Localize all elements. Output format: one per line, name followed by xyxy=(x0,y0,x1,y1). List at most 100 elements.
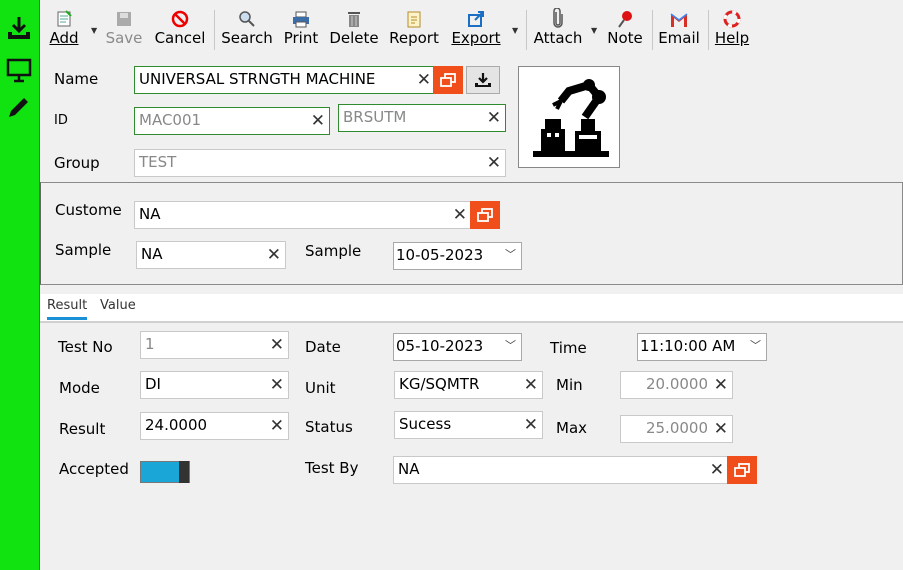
max-field[interactable]: 25.0000 ✕ xyxy=(620,415,733,443)
code-field[interactable]: BRSUTM ✕ xyxy=(338,104,506,132)
paperclip-icon xyxy=(532,6,584,28)
cancel-icon xyxy=(154,6,206,28)
mode-field[interactable]: DI ✕ xyxy=(140,371,289,399)
save-icon xyxy=(104,6,144,28)
save-button[interactable]: Save xyxy=(104,6,144,50)
id-label: ID xyxy=(54,113,68,128)
pencil-icon[interactable] xyxy=(5,93,33,121)
time-value: 11:10:00 AM xyxy=(640,337,736,355)
clear-icon[interactable]: ✕ xyxy=(417,69,431,91)
monitor-icon[interactable] xyxy=(5,56,33,84)
clear-icon[interactable]: ✕ xyxy=(487,107,501,129)
clear-icon[interactable]: ✕ xyxy=(270,415,284,437)
time-picker[interactable]: 11:10:00 AM ﹀ xyxy=(637,333,767,361)
id-value: MAC001 xyxy=(139,111,202,129)
robot-arm-icon xyxy=(533,79,609,157)
export-button[interactable]: Export xyxy=(450,6,502,50)
sample-field[interactable]: NA ✕ xyxy=(136,241,286,269)
tab-bar: Result Value xyxy=(40,294,903,323)
date-picker[interactable]: 05-10-2023 ﹀ xyxy=(393,333,522,361)
clear-icon[interactable]: ✕ xyxy=(714,374,728,396)
add-button[interactable]: Add xyxy=(48,6,80,50)
attach-dropdown-icon[interactable]: ▼ xyxy=(591,26,597,35)
report-button[interactable]: Report xyxy=(387,6,441,50)
clear-icon[interactable]: ✕ xyxy=(311,110,325,132)
test-no-label: Test No xyxy=(58,338,113,356)
status-field[interactable]: Sucess ✕ xyxy=(394,411,543,439)
customer-lookup-button[interactable] xyxy=(470,201,500,229)
test-by-lookup-button[interactable] xyxy=(727,456,757,484)
toolbar-separator xyxy=(214,10,215,50)
gmail-icon xyxy=(658,6,700,28)
clear-icon[interactable]: ✕ xyxy=(714,418,728,440)
group-field[interactable]: TEST ✕ xyxy=(134,149,506,177)
tab-value[interactable]: Value xyxy=(100,298,136,313)
machine-image xyxy=(518,66,620,168)
clear-icon[interactable]: ✕ xyxy=(487,152,501,174)
delete-button[interactable]: Delete xyxy=(329,6,379,50)
attach-button[interactable]: Attach xyxy=(532,6,584,50)
min-field[interactable]: 20.0000 ✕ xyxy=(620,371,733,399)
add-dropdown-icon[interactable]: ▼ xyxy=(91,26,97,35)
tab-result[interactable]: Result xyxy=(47,298,88,320)
note-button[interactable]: Note xyxy=(605,6,645,50)
search-icon xyxy=(221,6,273,28)
sample-date-picker[interactable]: 10-05-2023 ﹀ xyxy=(393,242,522,270)
email-button[interactable]: Email xyxy=(658,6,700,50)
test-by-field[interactable]: NA ✕ xyxy=(393,456,729,484)
name-label: Name xyxy=(54,70,99,88)
download-icon[interactable] xyxy=(5,14,33,42)
clear-icon[interactable]: ✕ xyxy=(524,414,538,436)
result-value: 24.0000 xyxy=(145,416,208,434)
result-field[interactable]: 24.0000 ✕ xyxy=(140,412,289,440)
open-lookup-button[interactable] xyxy=(433,66,463,94)
min-label: Min xyxy=(556,376,583,394)
pin-icon xyxy=(605,6,645,28)
window-restore-icon xyxy=(477,208,493,222)
export-label: Export xyxy=(451,29,501,47)
chevron-down-icon[interactable]: ﹀ xyxy=(505,337,516,353)
toolbar-separator xyxy=(708,10,709,50)
add-label: Add xyxy=(49,29,79,47)
customer-field[interactable]: NA ✕ xyxy=(134,201,472,229)
cancel-button[interactable]: Cancel xyxy=(154,6,206,50)
lifebuoy-icon xyxy=(714,6,750,28)
test-no-value: 1 xyxy=(145,335,155,353)
printer-icon xyxy=(283,6,319,28)
clear-icon[interactable]: ✕ xyxy=(524,374,538,396)
help-button[interactable]: Help xyxy=(714,6,750,50)
search-button[interactable]: Search xyxy=(221,6,273,50)
export-icon xyxy=(450,6,502,28)
report-label: Report xyxy=(389,29,439,47)
clear-icon[interactable]: ✕ xyxy=(270,374,284,396)
cancel-label: Cancel xyxy=(154,29,206,47)
toolbar: Add ▼ Save Cancel Search Print Delete Re… xyxy=(40,0,903,54)
clear-icon[interactable]: ✕ xyxy=(710,459,724,481)
trash-icon xyxy=(329,6,379,28)
date-label: Date xyxy=(305,338,341,356)
toggle-knob xyxy=(179,461,189,483)
clear-icon[interactable]: ✕ xyxy=(267,244,281,266)
email-label: Email xyxy=(658,29,700,47)
time-label: Time xyxy=(550,339,587,357)
export-dropdown-icon[interactable]: ▼ xyxy=(512,26,518,35)
customer-value: NA xyxy=(139,205,161,223)
id-field[interactable]: MAC001 ✕ xyxy=(134,107,330,135)
print-button[interactable]: Print xyxy=(283,6,319,50)
unit-field[interactable]: KG/SQMTR ✕ xyxy=(394,371,543,399)
chevron-down-icon[interactable]: ﹀ xyxy=(505,246,516,262)
status-value: Sucess xyxy=(399,415,452,433)
test-no-field[interactable]: 1 ✕ xyxy=(140,331,289,359)
clear-icon[interactable]: ✕ xyxy=(453,204,467,226)
accepted-toggle[interactable] xyxy=(140,461,190,483)
mode-value: DI xyxy=(145,375,161,393)
clear-icon[interactable]: ✕ xyxy=(270,334,284,356)
name-field[interactable]: UNIVERSAL STRNGTH MACHINE ✕ xyxy=(134,66,434,94)
download-button[interactable] xyxy=(466,66,500,94)
accepted-label: Accepted xyxy=(59,460,129,478)
group-label: Group xyxy=(54,154,100,172)
unit-value: KG/SQMTR xyxy=(399,375,480,393)
add-icon xyxy=(48,6,80,28)
chevron-down-icon[interactable]: ﹀ xyxy=(750,337,761,353)
max-label: Max xyxy=(556,419,588,437)
